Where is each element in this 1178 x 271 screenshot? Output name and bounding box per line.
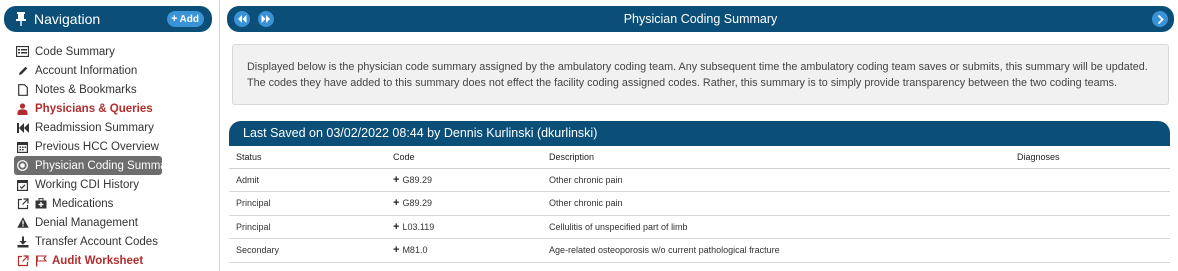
add-button[interactable]: + Add: [167, 11, 204, 27]
info-message: Displayed below is the physician code su…: [232, 44, 1169, 105]
plus-icon: +: [171, 13, 178, 25]
status-cell: Secondary: [229, 238, 386, 263]
navigation-sidebar: Navigation + Add Code Summary Account In…: [0, 0, 220, 271]
sidebar-item-label: Previous HCC Overview: [35, 140, 159, 153]
code-cell: + G89.29: [386, 191, 542, 216]
sidebar-item-code-summary[interactable]: Code Summary: [16, 42, 216, 61]
table-header-row: Status Code Description Diagnoses: [229, 146, 1170, 169]
calendar-icon: [16, 141, 29, 153]
table-row: Secondary + M81.0 Age-related osteoporosi…: [229, 238, 1170, 263]
sidebar-item-label: Code Summary: [35, 45, 115, 58]
sidebar-item-account-information[interactable]: Account Information: [16, 61, 216, 80]
external-link-icon: [16, 197, 29, 210]
fast-backward-icon: [16, 122, 29, 134]
description-cell: Age-related osteoporosis w/o current pat…: [542, 238, 1010, 263]
code-value: L03.119: [402, 221, 435, 232]
status-cell: Principal: [229, 215, 386, 239]
description-cell: Other chronic pain: [542, 168, 1010, 192]
code-value: G89.29: [402, 174, 432, 185]
warning-icon: [16, 217, 29, 229]
column-header-code: Code: [386, 146, 542, 169]
sidebar-item-label: Physicians & Queries: [35, 102, 153, 115]
sidebar-item-label: Working CDI History: [35, 178, 139, 191]
last-saved-title: Last Saved on 03/02/2022 08:44 by Dennis…: [229, 121, 1170, 146]
sidebar-item-label: Physician Coding Summary: [35, 159, 177, 172]
document-icon: [16, 83, 29, 96]
add-button-label: Add: [179, 13, 199, 25]
calendar-check-icon: [16, 179, 29, 191]
code-value: G89.29: [402, 198, 432, 209]
diagnoses-cell: [1010, 191, 1170, 216]
diagnoses-cell: [1010, 215, 1170, 239]
flag-icon: [35, 254, 47, 267]
sidebar-item-label: Notes & Bookmarks: [35, 83, 137, 96]
column-header-diagnoses: Diagnoses: [1010, 146, 1170, 169]
page-title: Physician Coding Summary: [623, 12, 778, 26]
sidebar-item-label: Readmission Summary: [35, 121, 154, 134]
code-cell: + L03.119: [386, 215, 542, 239]
sidebar-item-working-cdi-history[interactable]: Working CDI History: [16, 175, 216, 194]
coding-summary-panel: Last Saved on 03/02/2022 08:44 by Dennis…: [229, 121, 1170, 263]
sidebar-item-previous-hcc-overview[interactable]: Previous HCC Overview: [16, 137, 216, 156]
record-icon: [16, 160, 29, 172]
coding-summary-table: Status Code Description Diagnoses Admit …: [229, 146, 1170, 263]
sidebar-item-label: Medications: [52, 197, 114, 210]
navigation-header: Navigation + Add: [4, 6, 212, 32]
expand-plus-icon[interactable]: +: [393, 174, 399, 186]
download-icon: [16, 236, 29, 248]
chevron-right-icon: [1157, 14, 1164, 24]
list-card-icon: [16, 46, 29, 58]
nav-list: Code Summary Account Information Notes &…: [14, 42, 216, 270]
sidebar-item-notes-bookmarks[interactable]: Notes & Bookmarks: [16, 80, 216, 99]
diagnoses-cell: [1010, 168, 1170, 192]
description-cell: Cellulitis of unspecified part of limb: [542, 215, 1010, 239]
navigation-title: Navigation: [34, 11, 101, 27]
user-md-icon: [16, 102, 29, 115]
sidebar-item-label: Audit Worksheet: [52, 254, 144, 267]
expand-plus-icon[interactable]: +: [393, 221, 399, 233]
medkit-icon: [35, 198, 47, 210]
sidebar-item-readmission-summary[interactable]: Readmission Summary: [16, 118, 216, 137]
main-header: Physician Coding Summary: [227, 6, 1174, 32]
sidebar-item-label: Account Information: [35, 64, 138, 77]
sidebar-item-medications[interactable]: Medications: [16, 194, 216, 213]
code-cell: + M81.0: [386, 238, 542, 263]
code-value: M81.0: [402, 245, 428, 256]
expand-plus-icon[interactable]: +: [393, 244, 399, 256]
status-cell: Admit: [229, 168, 386, 192]
external-link-icon: [16, 254, 29, 267]
table-row: Admit + G89.29 Other chronic pain: [229, 168, 1170, 192]
sidebar-item-denial-management[interactable]: Denial Management: [16, 213, 216, 232]
next-button[interactable]: [1152, 11, 1168, 27]
sidebar-item-physician-coding-summary[interactable]: Physician Coding Summary: [14, 156, 176, 175]
expand-plus-icon[interactable]: +: [393, 197, 399, 209]
sidebar-item-physicians-queries[interactable]: Physicians & Queries: [16, 99, 216, 118]
description-cell: Other chronic pain: [542, 191, 1010, 216]
sidebar-item-label: Denial Management: [35, 216, 138, 229]
column-header-status: Status: [229, 146, 386, 169]
pencil-icon: [16, 65, 29, 77]
column-header-description: Description: [542, 146, 1010, 169]
pin-icon[interactable]: [15, 12, 27, 26]
table-row: Principal + L03.119 Cellulitis of unspeci…: [229, 215, 1170, 239]
diagnoses-cell: [1010, 238, 1170, 263]
status-cell: Principal: [229, 191, 386, 216]
sidebar-item-transfer-account-codes[interactable]: Transfer Account Codes: [16, 232, 216, 251]
table-row: Principal + G89.29 Other chronic pain: [229, 191, 1170, 216]
sidebar-item-label: Transfer Account Codes: [35, 235, 158, 248]
sidebar-item-audit-worksheet[interactable]: Audit Worksheet: [16, 251, 216, 270]
code-cell: + G89.29: [386, 168, 542, 192]
